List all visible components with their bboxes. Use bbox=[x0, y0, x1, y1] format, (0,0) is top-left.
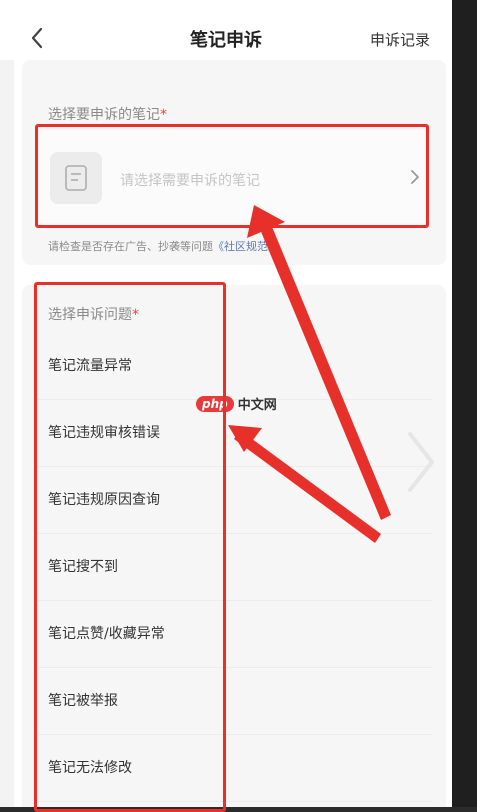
appeal-records-link[interactable]: 申诉记录 bbox=[370, 29, 430, 50]
community-rules-link[interactable]: 《社区规范》 bbox=[213, 240, 279, 253]
chevron-right-icon[interactable] bbox=[404, 430, 438, 494]
community-hint: 请检查是否存在广告、抄袭等问题《社区规范》 bbox=[48, 240, 279, 253]
note-select-label: 选择要申诉的笔记* bbox=[48, 107, 167, 123]
highlight-box-issues bbox=[34, 282, 226, 812]
right-dark-strip bbox=[452, 0, 477, 807]
required-mark: * bbox=[160, 107, 167, 123]
watermark-text: 中文网 bbox=[237, 398, 277, 413]
highlight-box-note bbox=[35, 124, 429, 228]
left-edge-panel bbox=[0, 60, 14, 807]
